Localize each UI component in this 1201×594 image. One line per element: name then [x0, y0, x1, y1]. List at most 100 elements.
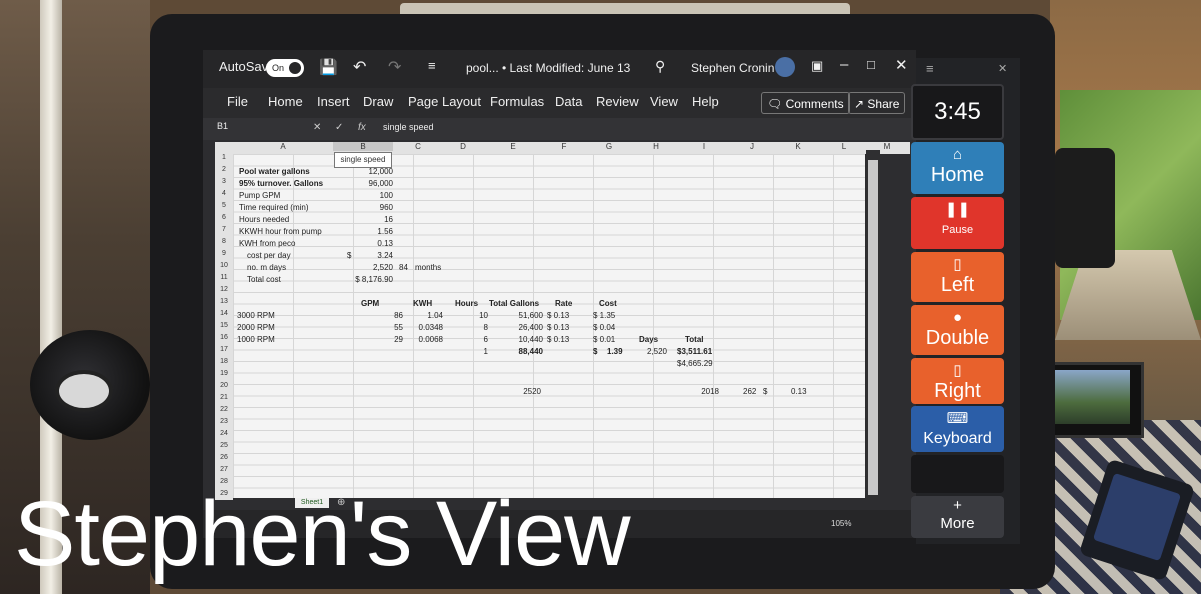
maximize-icon[interactable]: □ [867, 57, 875, 72]
row-header[interactable]: 2 [215, 166, 233, 173]
row-header[interactable]: 12 [215, 286, 233, 293]
column-header[interactable]: J [729, 142, 775, 151]
cell[interactable]: Time required (min) [239, 203, 309, 212]
avatar[interactable] [775, 57, 795, 77]
row-header[interactable]: 4 [215, 190, 233, 197]
row-header[interactable]: 14 [215, 310, 233, 317]
scrollbar-thumb[interactable] [868, 160, 878, 495]
row-header[interactable]: 1 [215, 154, 233, 161]
quick-access-dropdown-icon[interactable]: ≡ [428, 58, 436, 73]
cell[interactable]: Total [685, 335, 704, 344]
cell-grid[interactable]: Pool water gallons 95% turnover. Gallons… [233, 154, 865, 500]
cancel-icon[interactable]: ✕ [313, 122, 321, 133]
row-header[interactable]: 15 [215, 322, 233, 329]
row-header[interactable]: 21 [215, 394, 233, 401]
cell[interactable]: 55 [373, 323, 403, 332]
tab-formulas[interactable]: Formulas [490, 94, 544, 109]
cell[interactable]: $ 0.13 [547, 335, 569, 344]
cell[interactable]: 2,520 [343, 263, 393, 272]
cell[interactable]: 1.39 [607, 347, 623, 356]
cell[interactable]: GPM [361, 299, 379, 308]
cell[interactable]: Rate [555, 299, 572, 308]
ribbon-display-icon[interactable]: ▣ [811, 58, 823, 74]
cell[interactable]: KWH from peco [239, 239, 295, 248]
column-header[interactable]: E [483, 142, 543, 151]
cell[interactable]: 0.13 [791, 387, 807, 396]
row-header[interactable]: 20 [215, 382, 233, 389]
cell[interactable]: 262 [743, 387, 756, 396]
home-button[interactable]: ⌂ Home [911, 142, 1004, 194]
keyboard-button[interactable]: ⌨ Keyboard [911, 406, 1004, 452]
cell[interactable]: $ 0.01 [593, 335, 615, 344]
tab-help[interactable]: Help [692, 94, 719, 109]
cell[interactable]: $ [593, 347, 597, 356]
zoom-level[interactable]: 105% [831, 519, 851, 528]
row-header[interactable]: 11 [215, 274, 233, 281]
cell[interactable]: 29 [373, 335, 403, 344]
cell[interactable]: Total Gallons [489, 299, 539, 308]
cell[interactable]: 0.13 [343, 239, 393, 248]
cell[interactable]: 8 [458, 323, 488, 332]
double-click-button[interactable]: ● Double [911, 305, 1004, 355]
file-title[interactable]: pool... • Last Modified: June 13 [466, 61, 630, 75]
cell[interactable]: 95% turnover. Gallons [239, 179, 323, 188]
row-header[interactable]: 13 [215, 298, 233, 305]
close-icon[interactable]: ✕ [895, 56, 908, 74]
row-header[interactable]: 22 [215, 406, 233, 413]
row-header[interactable]: 19 [215, 370, 233, 377]
menu-icon[interactable]: ≡ [926, 61, 934, 76]
cell[interactable]: 2018 [683, 387, 719, 396]
cell[interactable]: 100 [343, 191, 393, 200]
column-header[interactable]: B [333, 142, 393, 151]
row-header[interactable]: 24 [215, 430, 233, 437]
tab-page-layout[interactable]: Page Layout [408, 94, 481, 109]
column-header[interactable]: F [543, 142, 585, 151]
left-click-button[interactable]: ▯ Left [911, 252, 1004, 302]
cell[interactable]: 0.0068 [403, 335, 443, 344]
tab-insert[interactable]: Insert [317, 94, 350, 109]
tab-home[interactable]: Home [268, 94, 303, 109]
cell[interactable]: Hours [455, 299, 478, 308]
cell[interactable]: 12,000 [343, 167, 393, 176]
row-header[interactable]: 9 [215, 250, 233, 257]
cell[interactable]: 10,440 [498, 335, 543, 344]
cell[interactable]: 26,400 [498, 323, 543, 332]
column-header[interactable]: D [443, 142, 483, 151]
cell[interactable]: 960 [343, 203, 393, 212]
comments-button[interactable]: 🗨 Comments [761, 92, 850, 114]
tab-draw[interactable]: Draw [363, 94, 393, 109]
autosave-toggle[interactable]: On [266, 59, 304, 77]
cell[interactable]: 1.04 [403, 311, 443, 320]
cell[interactable]: $ 0.13 [547, 323, 569, 332]
enter-icon[interactable]: ✓ [335, 122, 343, 133]
cell[interactable]: 1 [458, 347, 488, 356]
cell[interactable]: 51,600 [498, 311, 543, 320]
column-header[interactable]: I [679, 142, 729, 151]
row-header[interactable]: 10 [215, 262, 233, 269]
column-header[interactable]: K [775, 142, 821, 151]
cell[interactable]: Days [639, 335, 658, 344]
column-header[interactable]: L [821, 142, 867, 151]
row-header[interactable]: 8 [215, 238, 233, 245]
cell[interactable]: 84 [399, 263, 408, 272]
tab-view[interactable]: View [650, 94, 678, 109]
cell[interactable]: Cost [599, 299, 617, 308]
cell[interactable]: $4,665.29 [677, 359, 713, 368]
cell[interactable]: KKWH hour from pump [239, 227, 322, 236]
cell[interactable]: 86 [373, 311, 403, 320]
cell[interactable]: $ [763, 387, 767, 396]
row-header[interactable]: 6 [215, 214, 233, 221]
row-header[interactable]: 25 [215, 442, 233, 449]
cell[interactable]: 3.24 [343, 251, 393, 260]
column-header[interactable]: H [633, 142, 679, 151]
cell[interactable]: 88,440 [498, 347, 543, 356]
row-header[interactable]: 18 [215, 358, 233, 365]
search-icon[interactable]: ⚲ [655, 58, 665, 75]
cell[interactable]: 2,520 [631, 347, 667, 356]
row-header[interactable]: 5 [215, 202, 233, 209]
formula-input[interactable]: single speed [383, 122, 434, 132]
cell[interactable]: no. m days [247, 263, 286, 272]
column-header[interactable]: A [233, 142, 333, 151]
row-header[interactable]: 23 [215, 418, 233, 425]
row-header[interactable]: 3 [215, 178, 233, 185]
